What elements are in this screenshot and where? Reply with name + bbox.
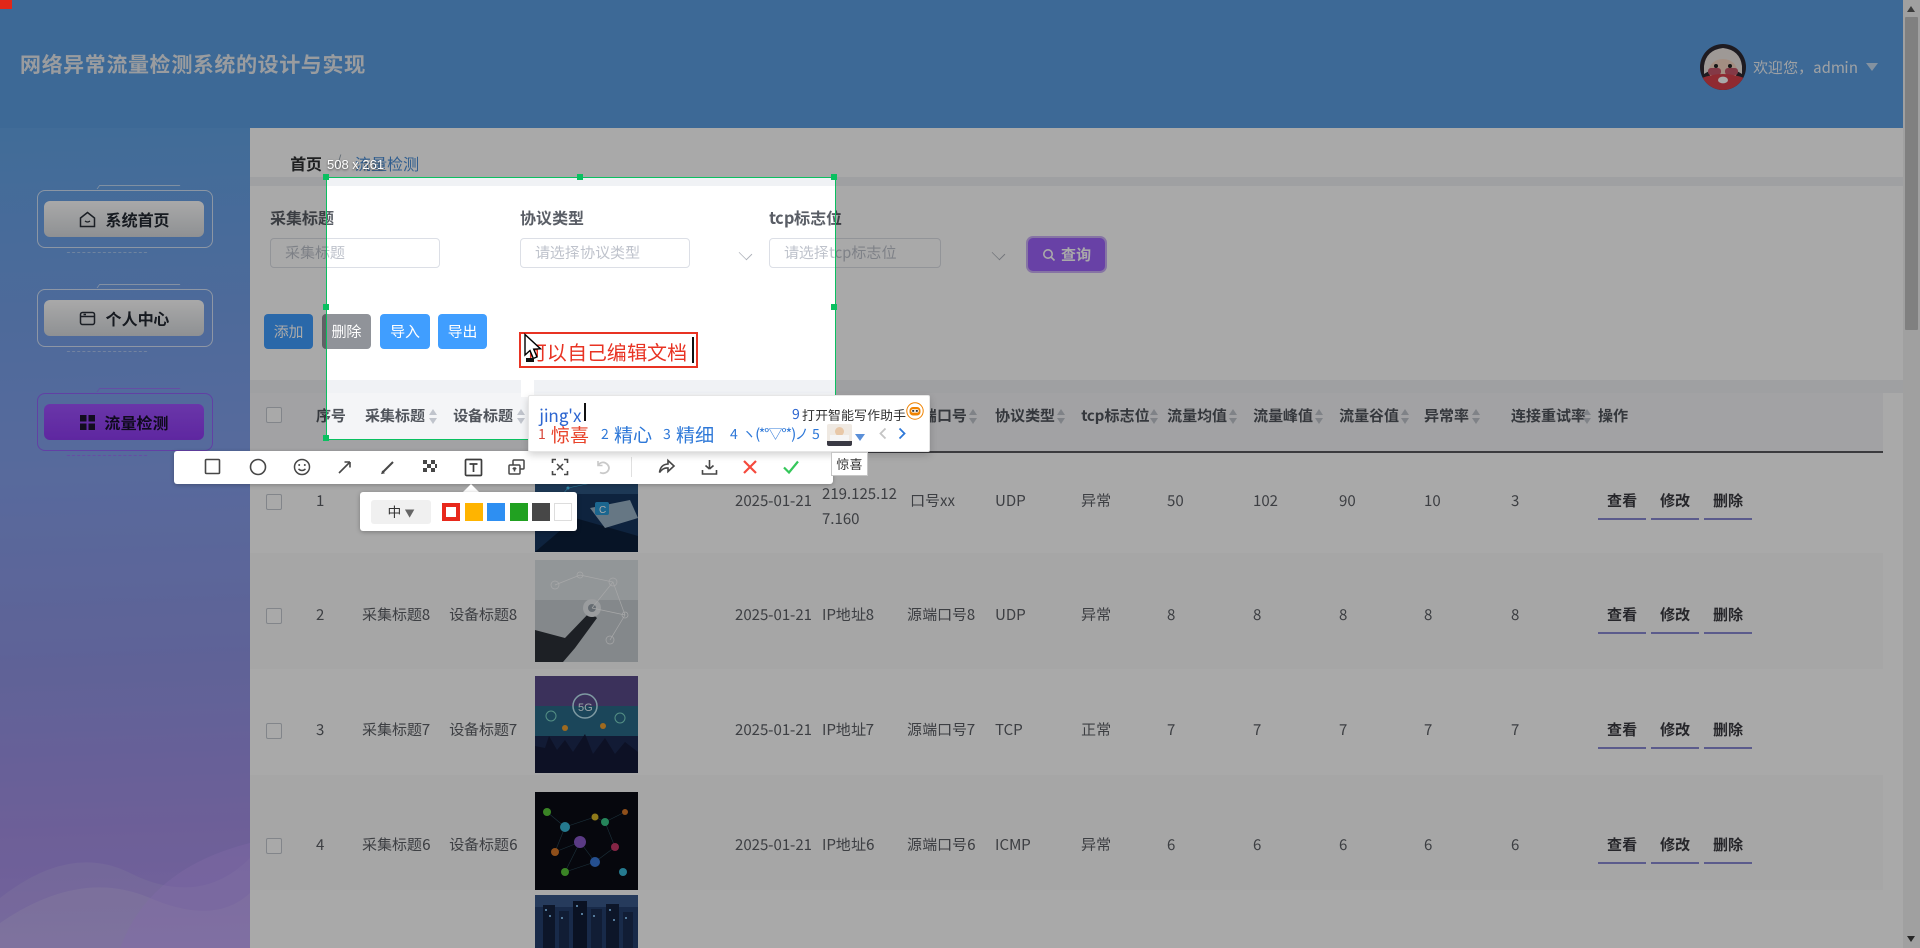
svg-text:5G: 5G — [578, 702, 593, 714]
svg-text:C: C — [599, 505, 606, 516]
